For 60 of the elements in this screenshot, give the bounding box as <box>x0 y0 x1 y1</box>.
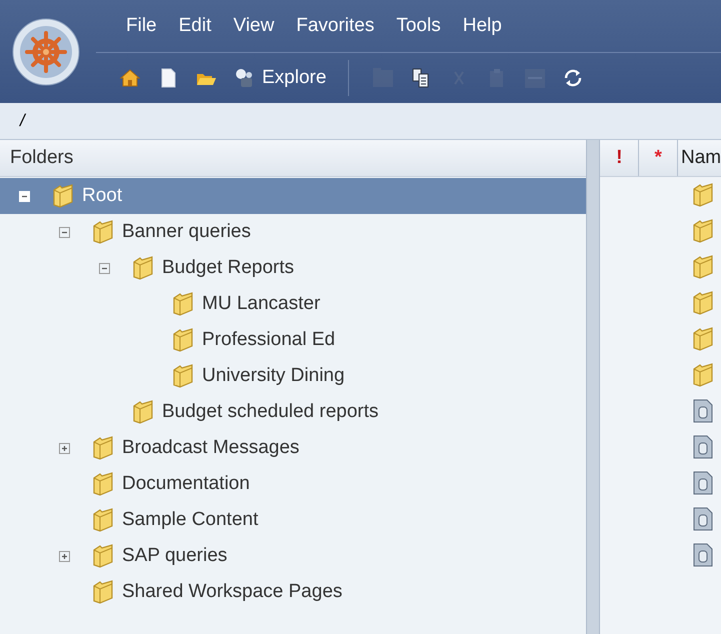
document-icon <box>692 399 714 423</box>
panel-title: Folders <box>10 147 74 169</box>
tree-item[interactable]: Broadcast Messages <box>0 430 586 466</box>
column-header[interactable]: Nam <box>678 140 721 176</box>
tree-item[interactable]: SAP queries <box>0 538 586 574</box>
folder-icon <box>172 328 194 352</box>
tree-item[interactable]: Documentation <box>0 466 586 502</box>
column-header[interactable]: * <box>639 140 678 176</box>
menu-item[interactable]: Tools <box>396 15 441 37</box>
folder-icon <box>172 292 194 316</box>
folder-icon <box>92 580 114 604</box>
document-icon <box>692 543 714 567</box>
tree-item[interactable]: Sample Content <box>0 502 586 538</box>
folder-icon <box>92 544 114 568</box>
tree-item[interactable]: Professional Ed <box>0 322 586 358</box>
folder-icon <box>92 472 114 496</box>
tree-label: Documentation <box>122 473 250 495</box>
path-text: / <box>20 111 25 131</box>
tree-label: Budget scheduled reports <box>162 401 379 423</box>
tree-item[interactable]: University Dining <box>0 358 586 394</box>
document-icon <box>692 507 714 531</box>
tree-label: Sample Content <box>122 509 258 531</box>
folder-icon <box>692 183 714 207</box>
tree-label: Shared Workspace Pages <box>122 581 342 603</box>
folder-icon <box>692 255 714 279</box>
tree-item[interactable]: Budget scheduled reports <box>0 394 586 430</box>
tree-item[interactable]: MU Lancaster <box>0 286 586 322</box>
menu-item[interactable]: Favorites <box>296 15 374 37</box>
column-header[interactable]: ! <box>600 140 640 176</box>
folder-icon <box>692 219 714 243</box>
explore-button[interactable]: Explore <box>232 66 326 90</box>
folder-icon <box>92 508 114 532</box>
tree-label: Root <box>82 185 122 207</box>
button-label: Explore <box>262 67 326 89</box>
menu-item[interactable]: Edit <box>178 15 212 37</box>
menu-item[interactable]: View <box>233 15 274 37</box>
tree-item[interactable]: Root <box>0 178 586 214</box>
folder-icon <box>172 364 194 388</box>
menu-item[interactable]: File <box>126 15 157 37</box>
folder-icon <box>692 327 714 351</box>
folder-icon <box>692 291 714 315</box>
folder-icon <box>692 363 714 387</box>
tree-label: Broadcast Messages <box>122 437 300 459</box>
folder-icon <box>132 400 154 424</box>
menu-item[interactable]: Help <box>462 15 502 37</box>
tree-label: University Dining <box>202 365 345 387</box>
folder-icon <box>92 220 114 244</box>
folder-icon <box>92 436 114 460</box>
folder-icon <box>132 256 154 280</box>
tree-label: Professional Ed <box>202 329 336 351</box>
tree-label: SAP queries <box>122 545 228 567</box>
tree-item[interactable]: Banner queries <box>0 214 586 250</box>
folder-icon <box>52 184 74 208</box>
document-icon <box>692 435 714 459</box>
document-icon <box>692 471 714 495</box>
tree-label: Banner queries <box>122 221 251 243</box>
tree-item[interactable]: Shared Workspace Pages <box>0 574 586 610</box>
tree-item[interactable]: Budget Reports <box>0 250 586 286</box>
tree-label: MU Lancaster <box>202 293 320 315</box>
tree-label: Budget Reports <box>162 257 294 279</box>
